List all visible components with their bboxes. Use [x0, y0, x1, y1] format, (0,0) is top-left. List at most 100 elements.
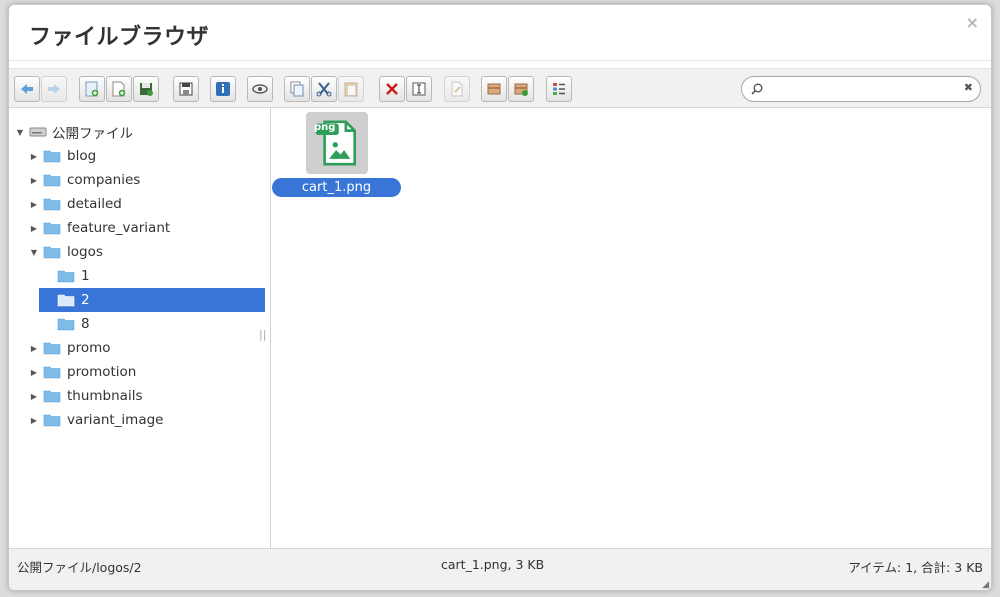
tree-item-label: blog: [67, 148, 97, 164]
tree-item-label: detailed: [67, 196, 122, 212]
new-folder-button[interactable]: [79, 76, 105, 102]
copy-icon: [290, 81, 304, 97]
search-icon: [751, 83, 763, 95]
folder-icon: [43, 174, 61, 187]
tree-item-1[interactable]: 1: [39, 264, 265, 288]
view-list-button[interactable]: [546, 76, 572, 102]
expand-arrow-icon[interactable]: ▶: [29, 200, 39, 209]
tree-item-detailed[interactable]: ▶ detailed: [29, 192, 259, 216]
status-path: 公開ファイル/logos/2: [17, 560, 142, 575]
search-input[interactable]: [768, 80, 958, 98]
folder-icon: [43, 246, 61, 259]
file-list: png cart_1.png: [272, 108, 991, 548]
clipboard-group: [283, 75, 365, 103]
folder-icon: [57, 270, 75, 283]
new-folder-icon: [85, 81, 99, 97]
tree-item-label: thumbnails: [67, 388, 143, 404]
copy-button[interactable]: [284, 76, 310, 102]
paste-icon: [344, 82, 358, 97]
modify-group: [378, 75, 433, 103]
tree-item-thumbnails[interactable]: ▶ thumbnails: [29, 384, 259, 408]
preview-button[interactable]: [247, 76, 273, 102]
tree-item-blog[interactable]: ▶ blog: [29, 144, 259, 168]
expand-arrow-icon[interactable]: ▶: [29, 368, 39, 377]
tree-item-label: 1: [81, 268, 90, 284]
clear-search-icon[interactable]: ✖: [964, 81, 973, 94]
folder-icon: [43, 390, 61, 403]
upload-icon: [140, 83, 153, 96]
tree-item-variant-image[interactable]: ▶ variant_image: [29, 408, 259, 432]
edit-icon: [451, 81, 463, 97]
file-name-label: cart_1.png: [272, 178, 401, 197]
expand-arrow-icon[interactable]: ▶: [29, 392, 39, 401]
close-icon[interactable]: ×: [966, 13, 979, 32]
save-icon: [179, 82, 193, 96]
save-group: [172, 75, 200, 103]
tree-item-feature-variant[interactable]: ▶ feature_variant: [29, 216, 259, 240]
extract-button[interactable]: [481, 76, 507, 102]
pane-resize-handle[interactable]: ||: [259, 328, 266, 341]
info-button[interactable]: [210, 76, 236, 102]
tree-item-label: 2: [81, 292, 90, 308]
tree-item-label: promotion: [67, 364, 137, 380]
upload-button[interactable]: [133, 76, 159, 102]
resize-grip-icon[interactable]: ◢: [982, 580, 989, 590]
tree-item-label: promo: [67, 340, 111, 356]
folder-icon: [43, 342, 61, 355]
expand-arrow-icon[interactable]: ▶: [29, 176, 39, 185]
dialog-title-bar[interactable]: ファイルブラウザ ×: [9, 5, 991, 61]
cut-button[interactable]: [311, 76, 337, 102]
save-button[interactable]: [173, 76, 199, 102]
cut-icon: [316, 82, 332, 97]
expand-arrow-icon[interactable]: ▶: [29, 344, 39, 353]
tree-item-promo[interactable]: ▶ promo: [29, 336, 259, 360]
expand-arrow-icon[interactable]: ▶: [29, 416, 39, 425]
edit-group: [443, 75, 471, 103]
delete-icon: [386, 83, 398, 95]
view-list-icon: [553, 83, 565, 95]
tree-item-8[interactable]: 8: [39, 312, 265, 336]
tree-item-logos[interactable]: ▼ logos: [29, 240, 259, 264]
tree-item-label: companies: [67, 172, 141, 188]
search-box: ✖: [741, 76, 981, 102]
file-item[interactable]: png cart_1.png: [272, 108, 402, 203]
expand-arrow-icon[interactable]: ▼: [15, 128, 25, 137]
archive-button[interactable]: [508, 76, 534, 102]
dialog-footer: ◢: [9, 578, 991, 590]
archive-group: [480, 75, 535, 103]
history-group: [13, 75, 68, 103]
rename-button[interactable]: [406, 76, 432, 102]
tree-item-2[interactable]: 2: [39, 288, 265, 312]
tree-root-label: 公開ファイル: [52, 126, 133, 142]
preview-group: [246, 75, 274, 103]
browser-content: ▼ 公開ファイル ▶ blog ▶ companies ▶ detailed ▶ featur…: [9, 108, 991, 548]
tree-item-companies[interactable]: ▶ companies: [29, 168, 259, 192]
preview-icon: [252, 84, 268, 94]
tree-item-label: variant_image: [67, 412, 164, 428]
file-thumbnail: png: [306, 112, 368, 174]
new-file-icon: [112, 81, 126, 97]
archive-icon: [514, 83, 528, 96]
paste-button[interactable]: [338, 76, 364, 102]
tree-item-label: 8: [81, 316, 90, 332]
toolbar: ✖: [9, 68, 991, 108]
back-button[interactable]: [14, 76, 40, 102]
delete-button[interactable]: [379, 76, 405, 102]
folder-icon: [43, 414, 61, 427]
tree-item-promotion[interactable]: ▶ promotion: [29, 360, 259, 384]
rename-icon: [412, 82, 426, 96]
tree-root[interactable]: ▼ 公開ファイル: [15, 120, 133, 144]
edit-button[interactable]: [444, 76, 470, 102]
dialog-title: ファイルブラウザ: [29, 25, 210, 50]
status-summary: アイテム: 1, 合計: 3 KB: [848, 560, 983, 575]
folder-open-icon: [57, 294, 75, 307]
info-icon: [216, 82, 230, 96]
expand-arrow-icon[interactable]: ▶: [29, 152, 39, 161]
folder-icon: [43, 198, 61, 211]
new-file-button[interactable]: [106, 76, 132, 102]
forward-button[interactable]: [41, 76, 67, 102]
file-type-badge: png: [314, 122, 336, 133]
folder-icon: [43, 150, 61, 163]
collapse-arrow-icon[interactable]: ▼: [29, 248, 39, 257]
expand-arrow-icon[interactable]: ▶: [29, 224, 39, 233]
